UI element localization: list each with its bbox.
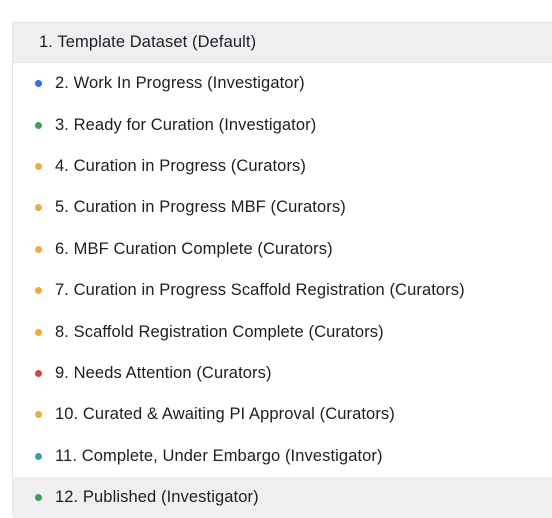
status-option-curation-in-progress[interactable]: 4. Curation in Progress (Curators) [13, 146, 552, 187]
status-option-list: 1. Template Dataset (Default) 2. Work In… [13, 23, 552, 518]
status-option-ready-for-curation[interactable]: 3. Ready for Curation (Investigator) [13, 104, 552, 145]
status-dot-icon [35, 162, 42, 170]
status-option-label: 9. Needs Attention (Curators) [55, 363, 272, 382]
status-dot-icon [35, 245, 42, 253]
status-option-complete-under-embargo[interactable]: 11. Complete, Under Embargo (Investigato… [13, 436, 552, 477]
status-dot-icon [35, 121, 42, 129]
status-option-label: 3. Ready for Curation (Investigator) [55, 115, 317, 134]
status-option-label: 1. Template Dataset (Default) [39, 33, 257, 51]
status-dot-icon [35, 287, 42, 295]
status-option-curation-in-progress-scaffold[interactable]: 7. Curation in Progress Scaffold Registr… [13, 270, 552, 311]
status-option-curated-awaiting-pi-approval[interactable]: 10. Curated & Awaiting PI Approval (Cura… [13, 394, 552, 435]
status-dot-icon [35, 328, 42, 336]
status-option-label: 11. Complete, Under Embargo (Investigato… [55, 446, 383, 465]
status-option-scaffold-registration-complete[interactable]: 8. Scaffold Registration Complete (Curat… [13, 311, 552, 352]
status-option-needs-attention[interactable]: 9. Needs Attention (Curators) [13, 353, 552, 394]
status-dot-icon [35, 369, 42, 377]
status-dot-icon [35, 494, 42, 502]
status-option-curation-in-progress-mbf[interactable]: 5. Curation in Progress MBF (Curators) [13, 187, 552, 228]
status-option-label: 12. Published (Investigator) [55, 488, 259, 507]
status-option-label: 7. Curation in Progress Scaffold Registr… [55, 281, 465, 300]
status-option-label: 5. Curation in Progress MBF (Curators) [55, 198, 346, 217]
status-option-published[interactable]: 12. Published (Investigator) [13, 476, 552, 518]
status-option-label: 8. Scaffold Registration Complete (Curat… [55, 322, 384, 341]
status-option-template-dataset[interactable]: 1. Template Dataset (Default) [13, 23, 552, 63]
status-option-mbf-curation-complete[interactable]: 6. MBF Curation Complete (Curators) [13, 229, 552, 270]
status-option-work-in-progress[interactable]: 2. Work In Progress (Investigator) [13, 63, 552, 104]
status-dropdown-panel: 1. Template Dataset (Default) 2. Work In… [12, 22, 552, 518]
status-option-label: 4. Curation in Progress (Curators) [55, 156, 306, 175]
status-dot-icon [35, 204, 42, 212]
status-dot-icon [35, 80, 42, 88]
status-option-label: 10. Curated & Awaiting PI Approval (Cura… [55, 405, 395, 424]
status-option-label: 2. Work In Progress (Investigator) [55, 74, 305, 93]
status-option-label: 6. MBF Curation Complete (Curators) [55, 239, 333, 258]
status-dot-icon [35, 411, 42, 419]
status-dot-icon [35, 452, 42, 460]
